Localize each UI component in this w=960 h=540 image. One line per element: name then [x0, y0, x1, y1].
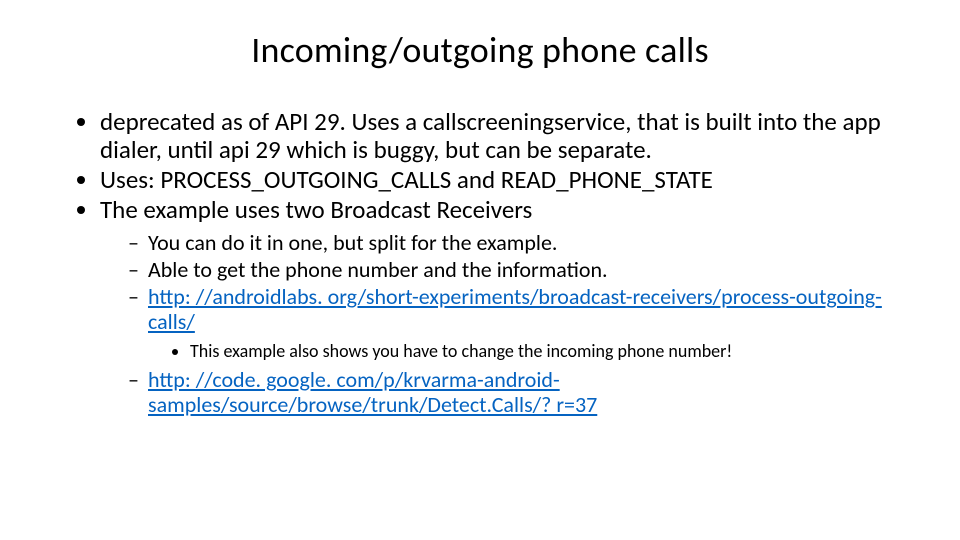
sub-bullet-item: http: //androidlabs. org/short-experimen…: [128, 284, 900, 363]
link[interactable]: http: //code. google. com/p/krvarma-andr…: [148, 366, 597, 418]
bullet-list-level-2: You can do it in one, but split for the …: [128, 230, 900, 417]
slide-title: Incoming/outgoing phone calls: [60, 28, 900, 72]
bullet-list-level-3: This example also shows you have to chan…: [190, 340, 900, 363]
link[interactable]: http: //androidlabs. org/short-experimen…: [148, 283, 882, 335]
bullet-list-level-1: deprecated as of API 29. Uses a callscre…: [100, 108, 900, 417]
sub-sub-bullet-item: This example also shows you have to chan…: [190, 340, 900, 363]
bullet-item: deprecated as of API 29. Uses a callscre…: [100, 108, 900, 164]
sub-bullet-item: Able to get the phone number and the inf…: [128, 257, 900, 282]
bullet-item: The example uses two Broadcast Receivers…: [100, 196, 900, 417]
slide: Incoming/outgoing phone calls deprecated…: [0, 0, 960, 540]
bullet-text: The example uses two Broadcast Receivers: [100, 194, 532, 225]
bullet-item: Uses: PROCESS_OUTGOING_CALLS and READ_PH…: [100, 166, 900, 194]
sub-bullet-item: You can do it in one, but split for the …: [128, 230, 900, 255]
sub-bullet-item: http: //code. google. com/p/krvarma-andr…: [128, 367, 900, 417]
